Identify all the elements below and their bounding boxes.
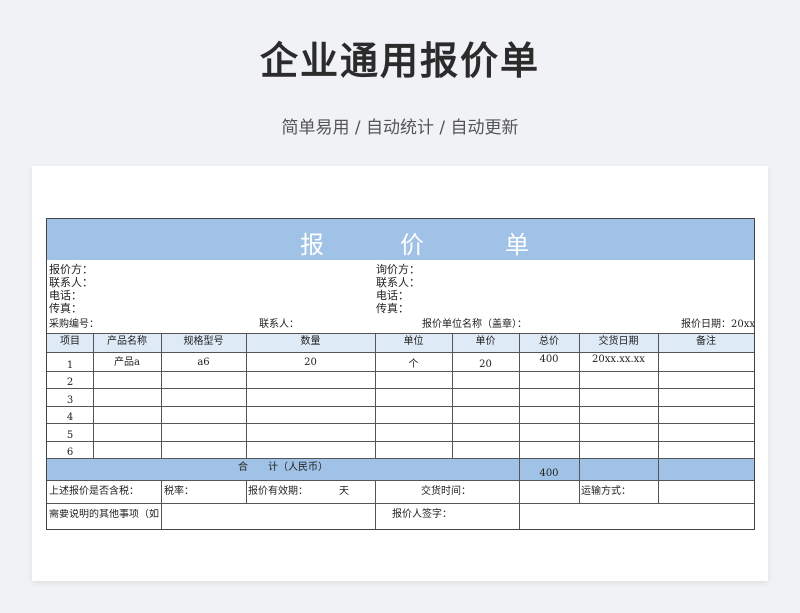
- col-header-item: 项目: [60, 336, 80, 347]
- buyer-number-label: 采购编号：: [49, 319, 99, 330]
- row1-delivery: 20xx.xx.xx: [592, 354, 645, 365]
- tax-rate-label: 税率：: [164, 486, 194, 497]
- grid-sum-vline-1: [579, 458, 580, 480]
- other-matters-label: 需要说明的其他事项（如: [49, 509, 159, 520]
- row4-item: 4: [66, 412, 74, 423]
- sum-row: [47, 458, 754, 480]
- row1-price: 20: [479, 359, 492, 370]
- col-header-total: 总价: [539, 336, 559, 347]
- grid-hline-3: [47, 388, 754, 389]
- col-header-qty: 数量: [300, 336, 321, 347]
- row6-item: 6: [66, 447, 74, 458]
- col-header-remark: 备注: [696, 336, 716, 347]
- tax-included-label: 上述报价是否含税：: [49, 486, 139, 497]
- grid-foot2-vline-2: [519, 503, 520, 529]
- validity-days: 天: [339, 486, 349, 497]
- inquirer-fax-label: 传真：: [376, 302, 409, 315]
- grid-foot2-vline-1: [375, 503, 376, 529]
- grid-vline-0: [93, 333, 94, 458]
- row1-product: 产品a: [114, 357, 140, 368]
- delivery-time-label: 交货时间：: [421, 486, 471, 497]
- col-header-spec: 规格型号: [183, 336, 224, 347]
- transport-label: 运输方式：: [581, 486, 631, 497]
- grid-hline-2: [47, 371, 754, 372]
- grid-foot1-vline-0: [161, 480, 162, 503]
- grid-hline-0: [47, 333, 754, 334]
- grid-sum-vline-2: [658, 458, 659, 480]
- page-subtitle: 简单易用 / 自动统计 / 自动更新: [281, 118, 519, 138]
- sum-total: 400: [539, 468, 559, 479]
- quoter-contact-label: 联系人：: [49, 276, 93, 289]
- grid-vline-5: [519, 333, 520, 458]
- grid-vline-2: [246, 333, 247, 458]
- inquirer-phone-label: 电话：: [376, 289, 409, 302]
- quote-date-label: 报价日期：20xx: [681, 319, 755, 330]
- quoter-phone-label: 电话：: [49, 289, 82, 302]
- grid-hline-7: [47, 458, 754, 459]
- page-title: 企业通用报价单: [259, 39, 540, 83]
- row3-item: 3: [66, 395, 74, 406]
- signature-label: 报价人签字：: [392, 509, 452, 520]
- sum-label: 合 计（人民币）: [238, 462, 328, 473]
- grid-hline-1: [47, 352, 754, 353]
- grid-vline-1: [161, 333, 162, 458]
- row1-spec: a6: [197, 357, 210, 368]
- col-header-unit: 单位: [403, 336, 424, 347]
- row2-item: 2: [66, 377, 74, 388]
- banner-char-3: 单: [505, 231, 529, 259]
- quoter-label: 报价方：: [49, 263, 93, 276]
- banner-char-2: 价: [400, 231, 424, 259]
- grid-foot1-vline-4: [579, 480, 580, 503]
- row1-unit: 个: [408, 359, 419, 370]
- row1-item: 1: [66, 360, 74, 371]
- grid-foot1-vline-1: [246, 480, 247, 503]
- grid-vline-3: [375, 333, 376, 458]
- sheet-banner: 报 价 单: [47, 219, 754, 260]
- grid-vline-4: [452, 333, 453, 458]
- row1-qty: 20: [304, 357, 317, 368]
- grid-vline-7: [658, 333, 659, 458]
- grid-foot1-vline-5: [658, 480, 659, 503]
- quote-sheet: 报 价 单 报价方： 联系人： 电话： 传真： 询价方： 联系人： 电话： 传真…: [46, 218, 755, 530]
- meta-contact-label: 联系人：: [259, 319, 299, 330]
- col-header-price: 单价: [475, 336, 496, 347]
- grid-foot2-vline-0: [161, 503, 162, 529]
- row5-item: 5: [66, 430, 74, 441]
- inquirer-contact-label: 联系人：: [376, 276, 420, 289]
- grid-foot1-vline-3: [519, 480, 520, 503]
- grid-hline-9: [47, 503, 754, 504]
- grid-hline-8: [47, 480, 754, 481]
- quote-unit-label: 报价单位名称（盖章）：: [422, 319, 527, 330]
- grid-vline-6: [579, 333, 580, 458]
- banner-char-1: 报: [300, 231, 324, 259]
- grid-hline-4: [47, 406, 754, 407]
- grid-foot1-vline-2: [375, 480, 376, 503]
- grid-hline-6: [47, 441, 754, 442]
- inquirer-label: 询价方：: [376, 263, 420, 276]
- validity-label: 报价有效期：: [248, 486, 308, 497]
- document-card: 报 价 单 报价方： 联系人： 电话： 传真： 询价方： 联系人： 电话： 传真…: [32, 166, 768, 581]
- col-header-product: 产品名称: [107, 336, 147, 347]
- grid-hline-5: [47, 423, 754, 424]
- row1-total: 400: [539, 354, 559, 365]
- quoter-fax-label: 传真：: [49, 302, 82, 315]
- col-header-delivery: 交货日期: [598, 336, 639, 347]
